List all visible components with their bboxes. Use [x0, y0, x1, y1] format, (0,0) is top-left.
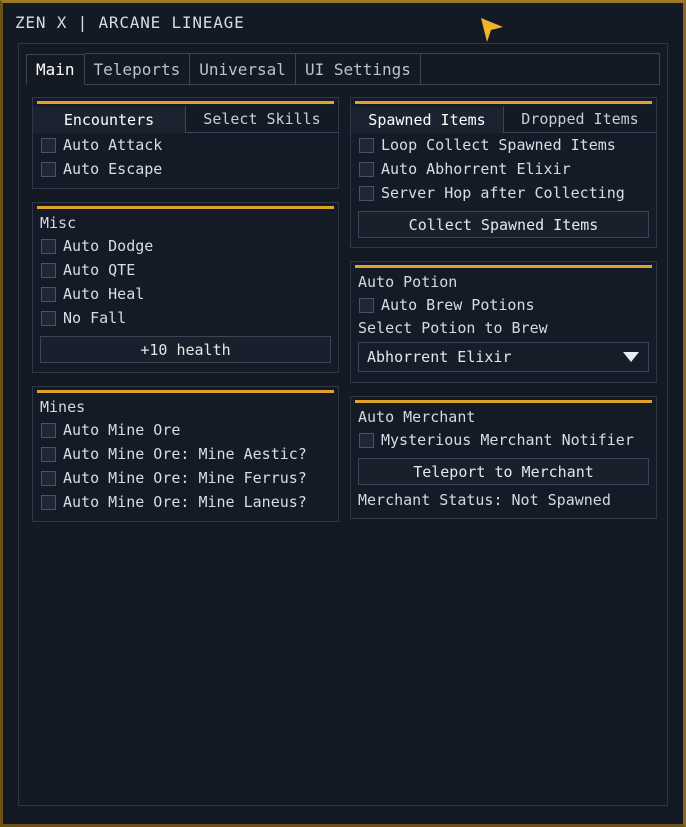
checkbox-mine-aestic-label: Auto Mine Ore: Mine Aestic? [63, 445, 307, 463]
subtab-select-skills-label: Select Skills [203, 110, 321, 128]
checkbox-merchant-notifier[interactable] [359, 432, 374, 448]
select-potion-dropdown[interactable]: Abhorrent Elixir [358, 342, 649, 372]
collect-spawned-items-button[interactable]: Collect Spawned Items [358, 211, 649, 238]
panel-columns: Encounters Select Skills Auto Attack Aut… [19, 85, 667, 522]
misc-panel: Misc Auto Dodge Auto QTE Auto Heal No Fa… [32, 202, 339, 373]
tab-teleports-label: Teleports [93, 59, 181, 79]
checkbox-loop-collect[interactable] [359, 137, 374, 153]
tab-strip-filler [420, 53, 660, 84]
checkbox-row-merchant-notifier[interactable]: Mysterious Merchant Notifier [351, 428, 656, 452]
checkbox-auto-attack[interactable] [41, 137, 56, 153]
checkbox-mine-ferrus-label: Auto Mine Ore: Mine Ferrus? [63, 469, 307, 487]
app-window: ZEN X | ARCANE LINEAGE Main Teleports Un… [0, 0, 686, 827]
tab-universal-label: Universal [199, 59, 286, 79]
checkbox-server-hop[interactable] [359, 185, 374, 201]
subtab-encounters[interactable]: Encounters [33, 107, 185, 133]
checkbox-auto-brew-potions[interactable] [359, 297, 374, 313]
checkbox-row-auto-heal[interactable]: Auto Heal [33, 282, 338, 306]
merchant-status-text: Merchant Status: Not Spawned [358, 491, 611, 509]
left-column: Encounters Select Skills Auto Attack Aut… [32, 97, 339, 522]
checkbox-auto-attack-label: Auto Attack [63, 136, 163, 154]
checkbox-row-mine-ferrus[interactable]: Auto Mine Ore: Mine Ferrus? [33, 466, 338, 490]
checkbox-row-server-hop[interactable]: Server Hop after Collecting [351, 181, 656, 205]
checkbox-server-hop-label: Server Hop after Collecting [381, 184, 625, 202]
panel-accent-bar [355, 101, 652, 104]
tab-main[interactable]: Main [26, 54, 85, 85]
checkbox-row-auto-dodge[interactable]: Auto Dodge [33, 234, 338, 258]
checkbox-mine-laneus[interactable] [41, 494, 56, 510]
tab-main-label: Main [36, 60, 75, 79]
subtab-select-skills[interactable]: Select Skills [185, 106, 338, 132]
checkbox-loop-collect-label: Loop Collect Spawned Items [381, 136, 616, 154]
auto-merchant-panel-title: Auto Merchant [358, 408, 476, 426]
checkbox-auto-escape-label: Auto Escape [63, 160, 163, 178]
encounters-panel: Encounters Select Skills Auto Attack Aut… [32, 97, 339, 189]
checkbox-row-auto-mine-ore[interactable]: Auto Mine Ore [33, 418, 338, 442]
tab-ui-settings[interactable]: UI Settings [295, 53, 421, 84]
checkbox-row-mine-laneus[interactable]: Auto Mine Ore: Mine Laneus? [33, 490, 338, 514]
checkbox-mine-ferrus[interactable] [41, 470, 56, 486]
right-column: Spawned Items Dropped Items Loop Collect… [350, 97, 657, 522]
checkbox-row-auto-escape[interactable]: Auto Escape [33, 157, 338, 181]
checkbox-no-fall[interactable] [41, 310, 56, 326]
auto-potion-panel: Auto Potion Auto Brew Potions Select Pot… [350, 261, 657, 383]
panel-accent-bar [37, 101, 334, 104]
misc-panel-title: Misc [40, 214, 77, 232]
checkbox-row-no-fall[interactable]: No Fall [33, 306, 338, 330]
checkbox-auto-mine-ore[interactable] [41, 422, 56, 438]
checkbox-row-loop-collect[interactable]: Loop Collect Spawned Items [351, 133, 656, 157]
teleport-to-merchant-button[interactable]: Teleport to Merchant [358, 458, 649, 485]
checkbox-row-auto-attack[interactable]: Auto Attack [33, 133, 338, 157]
subtab-spawned-items[interactable]: Spawned Items [351, 107, 503, 133]
title-bar: ZEN X | ARCANE LINEAGE [3, 3, 683, 42]
checkbox-auto-heal[interactable] [41, 286, 56, 302]
subtab-spawned-items-label: Spawned Items [368, 110, 486, 129]
checkbox-auto-escape[interactable] [41, 161, 56, 177]
subtab-dropped-items-label: Dropped Items [521, 110, 639, 128]
subtab-encounters-label: Encounters [63, 110, 155, 129]
checkbox-row-mine-aestic[interactable]: Auto Mine Ore: Mine Aestic? [33, 442, 338, 466]
mines-panel-title: Mines [40, 398, 86, 416]
checkbox-auto-brew-potions-label: Auto Brew Potions [381, 296, 535, 314]
checkbox-auto-qte-label: Auto QTE [63, 261, 136, 279]
checkbox-row-auto-abhorrent-elixir[interactable]: Auto Abhorrent Elixir [351, 157, 656, 181]
checkbox-row-auto-brew-potions[interactable]: Auto Brew Potions [351, 293, 656, 317]
auto-merchant-panel: Auto Merchant Mysterious Merchant Notifi… [350, 396, 657, 519]
checkbox-auto-qte[interactable] [41, 262, 56, 278]
tab-teleports[interactable]: Teleports [84, 53, 191, 84]
auto-potion-panel-title: Auto Potion [358, 273, 458, 291]
items-panel: Spawned Items Dropped Items Loop Collect… [350, 97, 657, 248]
content-frame: Main Teleports Universal UI Settings Enc… [18, 43, 668, 806]
checkbox-auto-abhorrent-elixir-label: Auto Abhorrent Elixir [381, 160, 571, 178]
main-tab-strip: Main Teleports Universal UI Settings [26, 53, 660, 85]
select-potion-value: Abhorrent Elixir [367, 348, 512, 366]
checkbox-auto-heal-label: Auto Heal [63, 285, 145, 303]
checkbox-mine-laneus-label: Auto Mine Ore: Mine Laneus? [63, 493, 307, 511]
checkbox-merchant-notifier-label: Mysterious Merchant Notifier [381, 431, 634, 449]
checkbox-row-auto-qte[interactable]: Auto QTE [33, 258, 338, 282]
mines-panel: Mines Auto Mine Ore Auto Mine Ore: Mine … [32, 386, 339, 522]
add-health-button[interactable]: +10 health [40, 336, 331, 363]
subtab-dropped-items[interactable]: Dropped Items [503, 106, 656, 132]
tab-ui-settings-label: UI Settings [304, 59, 411, 79]
items-subtab-strip: Spawned Items Dropped Items [351, 106, 656, 133]
checkbox-no-fall-label: No Fall [63, 309, 127, 327]
tab-universal[interactable]: Universal [190, 53, 296, 84]
encounters-subtab-strip: Encounters Select Skills [33, 106, 338, 133]
select-potion-label: Select Potion to Brew [358, 319, 548, 337]
checkbox-auto-dodge[interactable] [41, 238, 56, 254]
checkbox-auto-abhorrent-elixir[interactable] [359, 161, 374, 177]
checkbox-auto-mine-ore-label: Auto Mine Ore [63, 421, 181, 439]
chevron-down-icon [623, 352, 639, 362]
page-title: ZEN X | ARCANE LINEAGE [15, 12, 245, 32]
checkbox-auto-dodge-label: Auto Dodge [63, 237, 154, 255]
checkbox-mine-aestic[interactable] [41, 446, 56, 462]
